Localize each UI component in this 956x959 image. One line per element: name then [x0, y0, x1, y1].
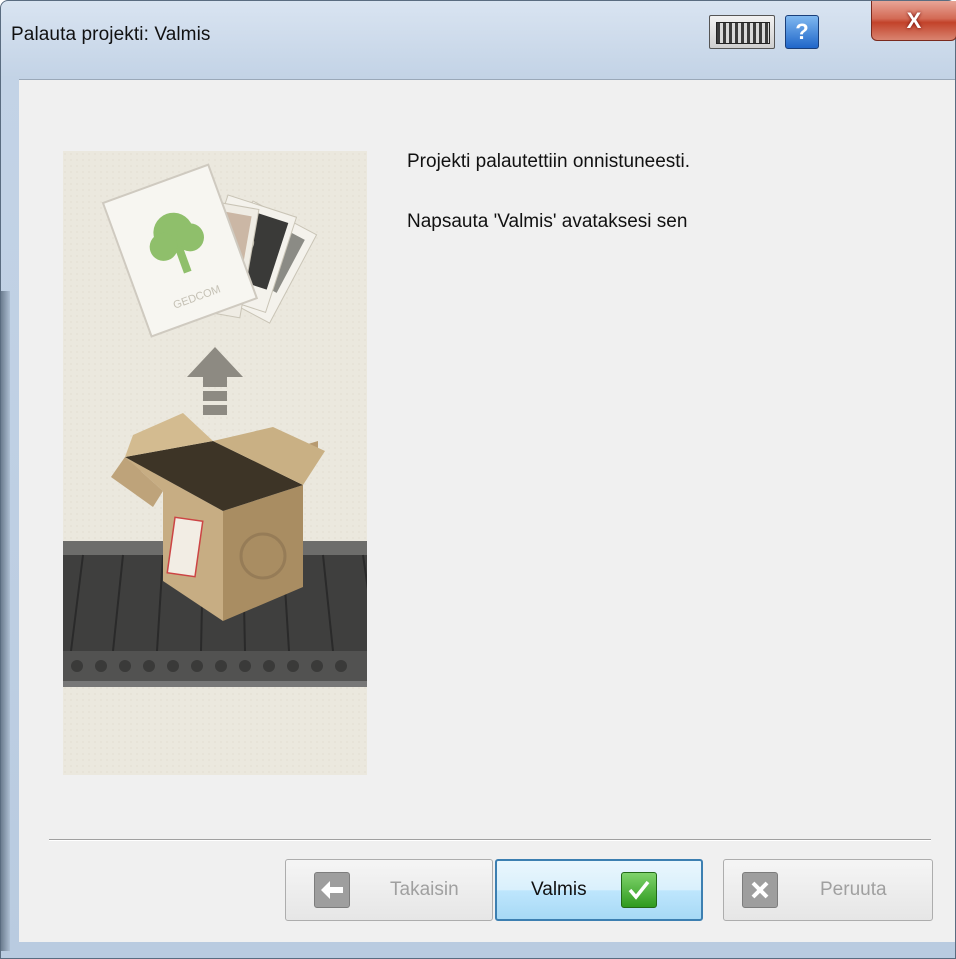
- window-title: Palauta projekti: Valmis: [11, 24, 211, 45]
- dialog-window: Palauta projekti: Valmis ? X GEDCOM Proj…: [0, 0, 956, 959]
- close-button[interactable]: X: [871, 1, 956, 41]
- back-label: Takaisin: [390, 879, 459, 900]
- finish-label: Valmis: [531, 879, 587, 900]
- help-button[interactable]: ?: [785, 15, 819, 49]
- checkmark-icon: [620, 872, 657, 908]
- arrow-left-icon: [314, 872, 350, 908]
- finish-button[interactable]: Valmis: [495, 859, 703, 921]
- title-bar[interactable]: Palauta projekti: Valmis ? X: [1, 1, 956, 79]
- cancel-button[interactable]: Peruuta: [723, 859, 933, 921]
- x-icon: [742, 872, 778, 908]
- keyboard-icon[interactable]: [709, 15, 775, 49]
- window-left-edge: [1, 291, 10, 951]
- illustration-graphic: GEDCOM: [63, 151, 367, 775]
- button-separator: [49, 839, 931, 841]
- cancel-label: Peruuta: [820, 879, 887, 900]
- open-instruction: Napsauta 'Valmis' avataksesi sen: [407, 211, 688, 232]
- back-button[interactable]: Takaisin: [285, 859, 493, 921]
- success-message: Projekti palautettiin onnistuneesti.: [407, 151, 691, 172]
- restore-illustration: GEDCOM: [63, 151, 367, 775]
